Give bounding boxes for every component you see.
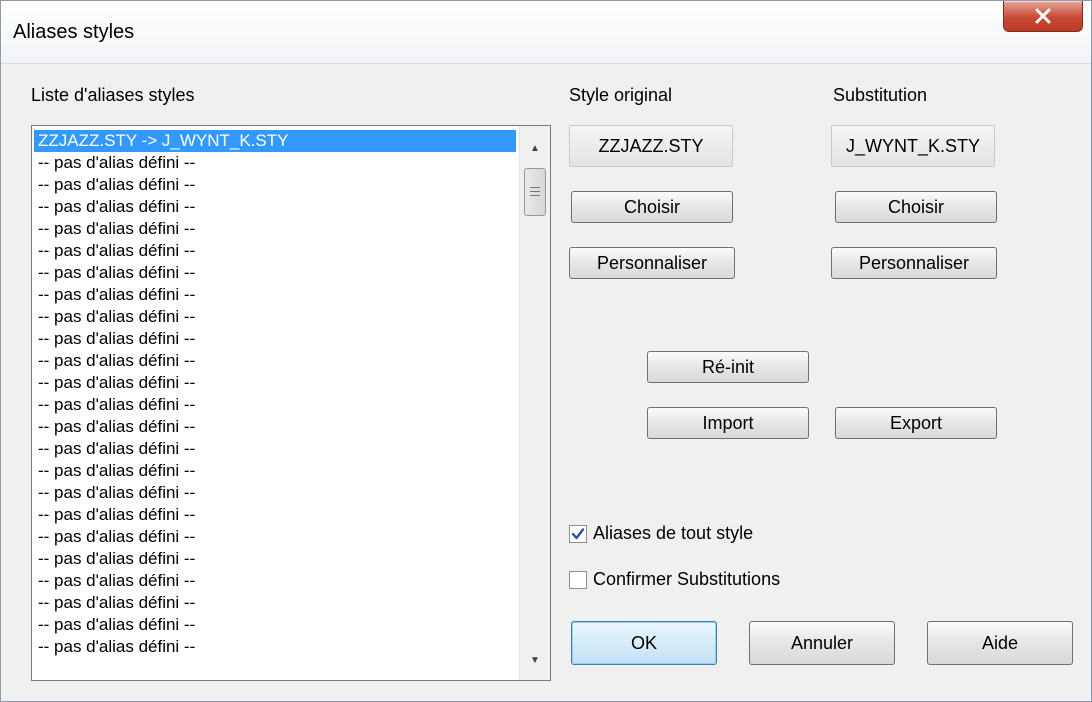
list-item[interactable]: -- pas d'alias défini -- — [34, 438, 516, 460]
substitution-label: Substitution — [833, 85, 928, 105]
list-item[interactable]: -- pas d'alias défini -- — [34, 504, 516, 526]
list-item[interactable]: -- pas d'alias défini -- — [34, 306, 516, 328]
checkmark-icon — [571, 527, 585, 539]
scroll-down-arrow[interactable]: ▼ — [520, 646, 550, 674]
list-item[interactable]: -- pas d'alias défini -- — [34, 460, 516, 482]
window-title: Aliases styles — [13, 21, 135, 43]
list-item[interactable]: -- pas d'alias défini -- — [34, 218, 516, 240]
vertical-scrollbar[interactable]: ▲ ▼ — [519, 126, 550, 680]
list-item[interactable]: -- pas d'alias défini -- — [34, 240, 516, 262]
title-bar: Aliases styles — [1, 1, 1091, 64]
list-item[interactable]: -- pas d'alias défini -- — [34, 174, 516, 196]
list-label: Liste d'aliases styles — [31, 85, 195, 105]
original-customize-button[interactable]: Personnaliser — [569, 247, 735, 279]
cancel-button[interactable]: Annuler — [749, 621, 895, 665]
list-item[interactable]: -- pas d'alias défini -- — [34, 152, 516, 174]
scroll-up-arrow[interactable]: ▲ — [520, 134, 550, 162]
import-button[interactable]: Import — [647, 407, 809, 439]
confirm-substitutions-option[interactable]: Confirmer Substitutions — [569, 569, 780, 590]
substitution-choose-button[interactable]: Choisir — [835, 191, 997, 223]
alias-all-styles-checkbox[interactable] — [569, 524, 587, 543]
list-item[interactable]: ZZJAZZ.STY -> J_WYNT_K.STY — [34, 130, 516, 152]
list-item[interactable]: -- pas d'alias défini -- — [34, 262, 516, 284]
close-x-icon — [1035, 8, 1051, 24]
confirm-substitutions-checkbox[interactable] — [569, 570, 587, 589]
substitution-value: J_WYNT_K.STY — [831, 125, 995, 167]
list-item[interactable]: -- pas d'alias défini -- — [34, 592, 516, 614]
help-button[interactable]: Aide — [927, 621, 1073, 665]
list-item[interactable]: -- pas d'alias défini -- — [34, 636, 516, 658]
list-item[interactable]: -- pas d'alias défini -- — [34, 372, 516, 394]
list-item[interactable]: -- pas d'alias défini -- — [34, 284, 516, 306]
list-item[interactable]: -- pas d'alias défini -- — [34, 526, 516, 548]
reset-button[interactable]: Ré-init — [647, 351, 809, 383]
list-item[interactable]: -- pas d'alias défini -- — [34, 196, 516, 218]
original-choose-button[interactable]: Choisir — [571, 191, 733, 223]
list-item[interactable]: -- pas d'alias défini -- — [34, 328, 516, 350]
confirm-substitutions-label: Confirmer Substitutions — [593, 569, 781, 589]
alias-listbox[interactable]: ZZJAZZ.STY -> J_WYNT_K.STY -- pas d'alias… — [31, 125, 551, 681]
alias-list-items: ZZJAZZ.STY -> J_WYNT_K.STY -- pas d'alias… — [34, 130, 516, 658]
list-item[interactable]: -- pas d'alias défini -- — [34, 416, 516, 438]
list-item[interactable]: -- pas d'alias défini -- — [34, 548, 516, 570]
alias-all-styles-option[interactable]: Aliases de tout style — [569, 523, 753, 544]
alias-all-styles-label: Aliases de tout style — [593, 523, 754, 543]
list-item[interactable]: -- pas d'alias défini -- — [34, 482, 516, 504]
close-button[interactable] — [1003, 1, 1083, 32]
list-item[interactable]: -- pas d'alias défini -- — [34, 350, 516, 372]
list-item[interactable]: -- pas d'alias défini -- — [34, 394, 516, 416]
list-item[interactable]: -- pas d'alias défini -- — [34, 614, 516, 636]
original-style-label: Style original — [569, 85, 673, 105]
scroll-thumb[interactable] — [524, 168, 546, 216]
original-style-value: ZZJAZZ.STY — [569, 125, 733, 167]
substitution-customize-button[interactable]: Personnaliser — [831, 247, 997, 279]
ok-button[interactable]: OK — [571, 621, 717, 665]
list-item[interactable]: -- pas d'alias défini -- — [34, 570, 516, 592]
aliases-styles-dialog: Aliases styles Liste d'aliases styles ZZ… — [0, 0, 1092, 702]
export-button[interactable]: Export — [835, 407, 997, 439]
